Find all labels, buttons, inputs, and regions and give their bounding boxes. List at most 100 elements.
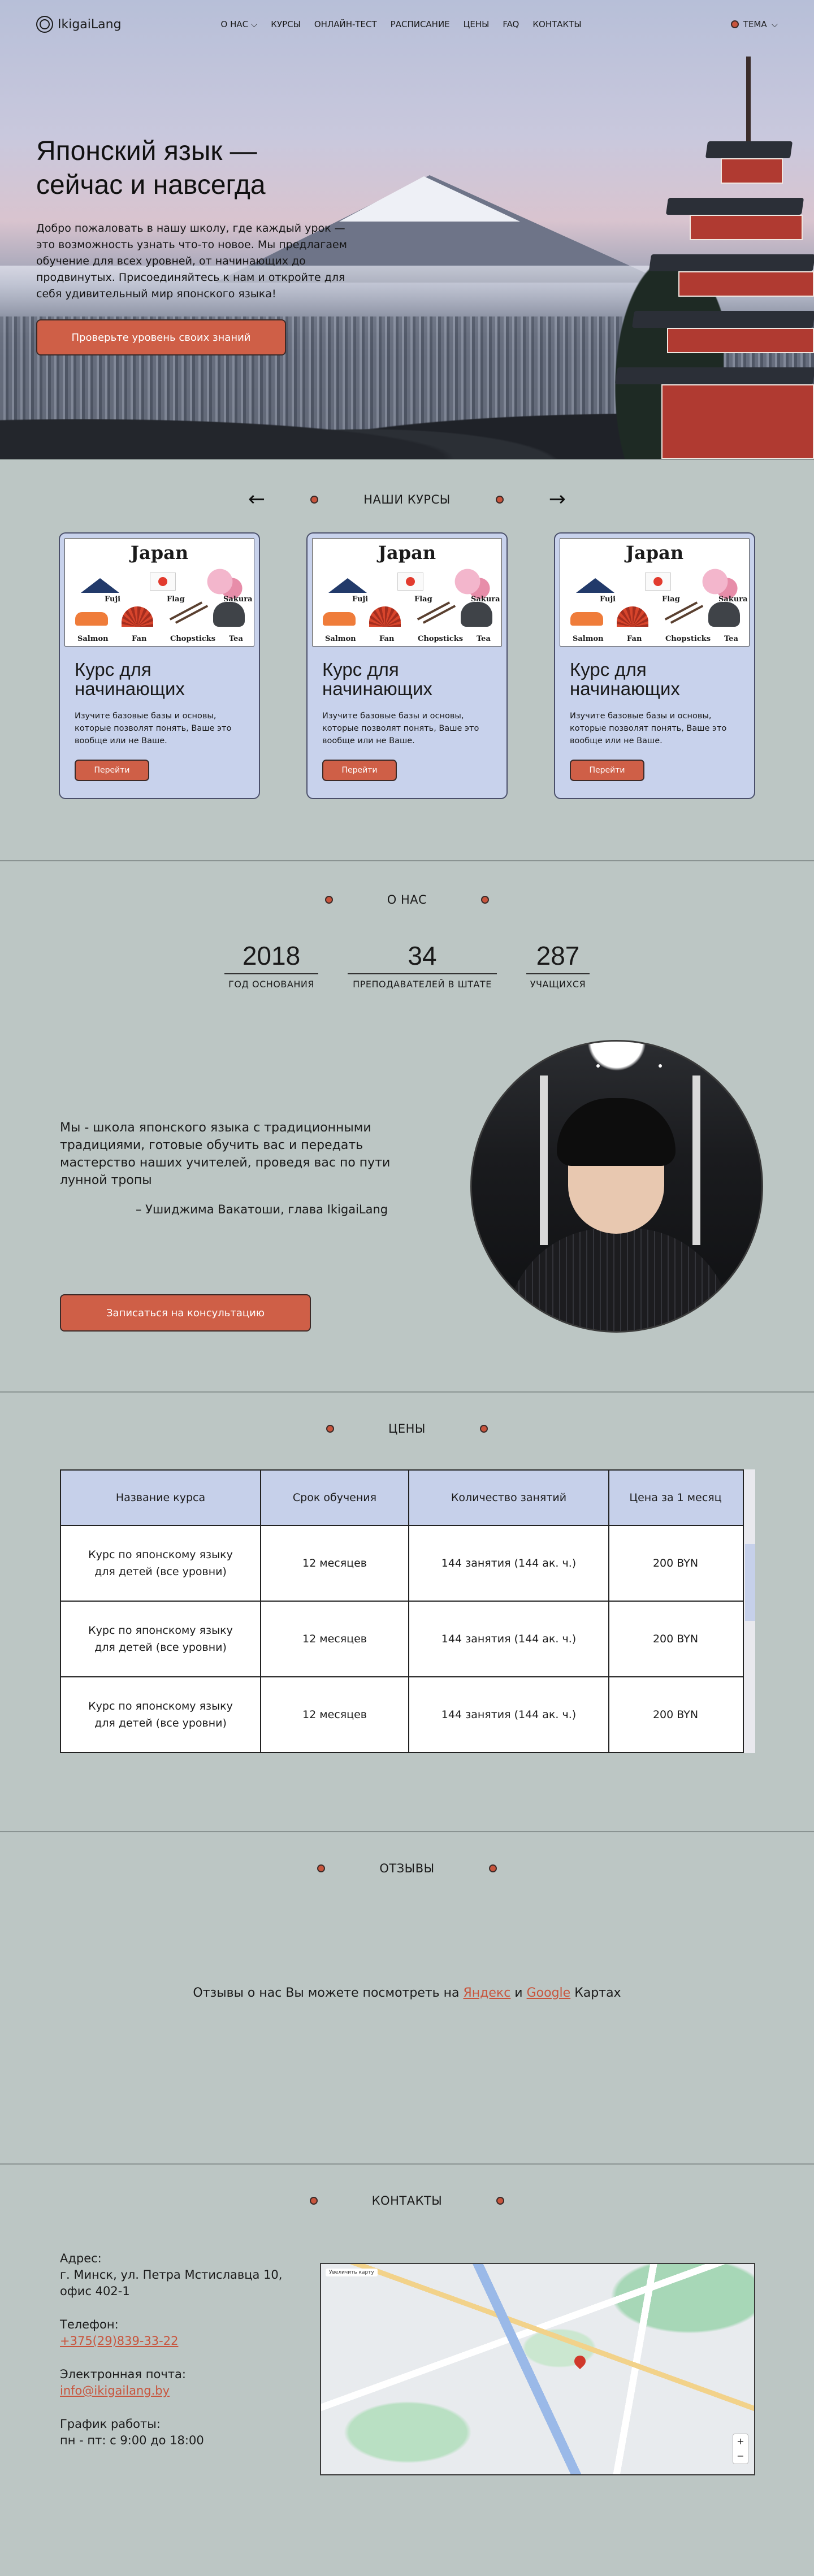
menu-item-courses[interactable]: КУРСЫ xyxy=(271,19,301,29)
address-block: Адрес: г. Минск, ул. Петра Мстиславца 10… xyxy=(60,2250,297,2300)
hours-block: График работы: пн - пт: с 9:00 до 18:00 xyxy=(60,2416,297,2449)
prices-header: ЦЕНЫ xyxy=(0,1422,814,1436)
course-cards: Japan Fuji Flag Sakura Salmon Fan Chopsticks T… xyxy=(0,532,814,799)
google-maps-link[interactable]: Google xyxy=(527,1986,571,2000)
cell-lessons: 144 занятия (144 ак. ч.) xyxy=(408,1525,609,1602)
zoom-out-icon[interactable]: − xyxy=(737,2451,744,2461)
course-image: Japan Fuji Flag Sakura Salmon Fan Chopsticks T… xyxy=(64,538,254,647)
image-label: Fuji xyxy=(600,595,616,604)
person-hair xyxy=(557,1098,676,1166)
stat-value: 287 xyxy=(526,940,590,974)
japan-flag-icon xyxy=(645,573,671,591)
email-link[interactable]: info@ikigailang.by xyxy=(60,2384,170,2397)
course-card-body: Курс для начинающих Изучите базовые базы… xyxy=(560,647,750,795)
table-scrollbar[interactable] xyxy=(743,1469,755,1753)
cell-duration: 12 месяцев xyxy=(260,1676,409,1753)
ceiling-light xyxy=(709,1064,713,1068)
teapot-icon xyxy=(213,602,245,627)
mountain-icon xyxy=(328,578,367,593)
image-label: Sakura xyxy=(223,595,253,604)
course-card: Japan Fuji Flag Sakura Salmon Fan Chopsticks T… xyxy=(59,532,260,799)
decor-dot-icon xyxy=(326,1425,335,1433)
consultation-button[interactable]: Записаться на консультацию xyxy=(60,1294,311,1332)
pagoda-floor xyxy=(678,271,814,297)
school-quote: Мы - школа японского языка с традиционны… xyxy=(60,1121,391,1187)
course-card-body: Курс для начинающих Изучите базовые базы… xyxy=(64,647,254,795)
reviews-section: ОТЗЫВЫ Отзывы о нас Вы можете посмотреть… xyxy=(0,1831,814,2163)
fan-icon xyxy=(122,606,153,627)
decor-dot-icon xyxy=(310,496,319,504)
scrollbar-thumb[interactable] xyxy=(745,1544,755,1621)
course-image-title: Japan xyxy=(625,542,684,563)
address-value: г. Минск, ул. Петра Мстиславца 10, офис … xyxy=(60,2268,283,2298)
enlarge-map-link[interactable]: Увеличить карту xyxy=(326,2269,378,2276)
theme-switcher[interactable]: ТЕМА ⌵ xyxy=(730,19,778,29)
table-row: Курс по японскому языку для детей (все у… xyxy=(60,1525,755,1602)
map-zoom-control[interactable]: + − xyxy=(733,2434,748,2464)
arrow-right-icon[interactable]: → xyxy=(549,489,566,510)
stat-value: 2018 xyxy=(224,940,318,974)
decor-dot-icon xyxy=(488,1864,497,1872)
menu-item-online-test[interactable]: ОНЛАЙН-ТЕСТ xyxy=(314,19,377,29)
decor-dot-icon xyxy=(496,2197,505,2205)
hours-label: График работы: xyxy=(60,2417,161,2431)
course-go-button[interactable]: Перейти xyxy=(570,760,644,781)
pagoda-spire xyxy=(746,57,751,147)
course-go-button[interactable]: Перейти xyxy=(322,760,397,781)
prices-section: ЦЕНЫ Название курса Срок обучения Количе… xyxy=(0,1391,814,1831)
course-image-title: Japan xyxy=(378,542,436,563)
phone-link[interactable]: +375(29)839-33-22 xyxy=(60,2334,178,2348)
hero-title: Японский язык — сейчас и навсегда xyxy=(36,135,364,202)
reviews-text-part: Отзывы о нас Вы можете посмотреть на xyxy=(193,1986,464,2000)
image-label: Chopsticks xyxy=(418,635,464,643)
image-label: Fan xyxy=(627,635,642,643)
course-title: Курс для начинающих xyxy=(75,659,185,699)
arrow-left-icon[interactable]: ← xyxy=(248,489,265,510)
pagoda-roof xyxy=(614,367,814,384)
course-image: Japan Fuji Flag Sakura Salmon Fan Chopsticks T… xyxy=(560,538,750,647)
menu-item-faq[interactable]: FAQ xyxy=(503,19,519,29)
background-pillar xyxy=(692,1075,700,1245)
image-label: Tea xyxy=(229,635,243,643)
menu-item-contacts[interactable]: КОНТАКТЫ xyxy=(532,19,581,29)
stat-label: ПРЕПОДАВАТЕЛЕЙ В ШТАТЕ xyxy=(353,979,492,990)
location-map[interactable]: Увеличить карту + − xyxy=(320,2263,755,2475)
course-go-button[interactable]: Перейти xyxy=(75,760,149,781)
image-label: Flag xyxy=(167,595,185,604)
menu-item-schedule[interactable]: РАСПИСАНИЕ xyxy=(391,19,450,29)
fan-icon xyxy=(369,606,401,627)
address-label: Адрес: xyxy=(60,2252,102,2265)
decor-dot-icon xyxy=(481,896,490,904)
mountain-icon xyxy=(81,578,119,593)
zoom-in-icon[interactable]: + xyxy=(737,2436,744,2447)
image-label: Salmon xyxy=(325,635,356,643)
image-label: Flag xyxy=(414,595,432,604)
logo[interactable]: IkigaiLang xyxy=(36,16,122,33)
stat-students: 287 УЧАЩИХСЯ xyxy=(526,940,590,990)
stats: 2018 ГОД ОСНОВАНИЯ 34 ПРЕПОДАВАТЕЛЕЙ В Ш… xyxy=(0,940,814,990)
pagoda-roof xyxy=(705,141,793,158)
course-description: Изучите базовые базы и основы, которые п… xyxy=(75,712,232,745)
decor-dot-icon xyxy=(324,896,333,904)
hero-section: IkigaiLang О НАС ⌵ КУРСЫ ОНЛАЙН-ТЕСТ РАС… xyxy=(0,0,814,459)
map-pin-icon[interactable] xyxy=(571,2353,588,2370)
yandex-maps-link[interactable]: Яндекс xyxy=(464,1986,511,2000)
course-card: Japan Fuji Flag Sakura Salmon Fan Chopsticks T… xyxy=(554,532,755,799)
cell-course-name: Курс по японскому языку для детей (все у… xyxy=(60,1525,261,1602)
ceiling-light xyxy=(596,1064,600,1068)
image-label: Flag xyxy=(662,595,680,604)
image-label: Chopsticks xyxy=(170,635,216,643)
email-label: Электронная почта: xyxy=(60,2367,186,2381)
image-label: Salmon xyxy=(573,635,604,643)
level-test-button[interactable]: Проверьте уровень своих знаний xyxy=(36,319,286,355)
courses-section: ← НАШИ КУРСЫ → Japan Fuji Flag Sakura Salmo… xyxy=(0,459,814,860)
image-label: Sakura xyxy=(471,595,500,604)
menu-item-about[interactable]: О НАС ⌵ xyxy=(221,19,258,29)
logo-text: IkigaiLang xyxy=(58,17,122,32)
cell-lessons: 144 занятия (144 ак. ч.) xyxy=(408,1601,609,1677)
pagoda-roof xyxy=(648,254,814,271)
section-title: НАШИ КУРСЫ xyxy=(363,493,451,506)
cell-price: 200 BYN xyxy=(608,1676,755,1753)
menu-item-prices[interactable]: ЦЕНЫ xyxy=(464,19,490,29)
section-title: ОТЗЫВЫ xyxy=(379,1862,435,1875)
